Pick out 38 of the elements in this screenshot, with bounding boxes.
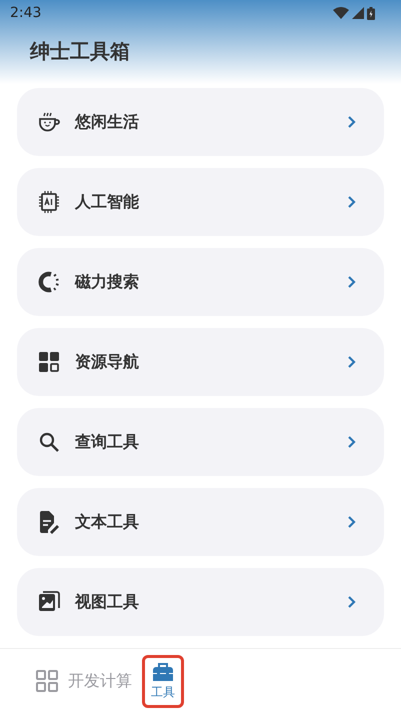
chevron-right-icon	[347, 595, 356, 609]
menu-item[interactable]: 文本工具	[17, 488, 384, 556]
chevron-right-icon	[347, 195, 356, 209]
menu-item[interactable]: 视图工具	[17, 568, 384, 636]
menu-label: 视图工具	[75, 592, 140, 612]
menu-item[interactable]: 悠闲生活	[17, 88, 384, 156]
menu-label: 资源导航	[75, 352, 140, 372]
status-time: 2:43	[10, 5, 42, 21]
document-edit-icon	[37, 510, 61, 534]
menu-item[interactable]: 资源导航	[17, 328, 384, 396]
chevron-right-icon	[347, 515, 356, 529]
cup-icon	[37, 110, 61, 134]
wifi-icon	[333, 7, 349, 19]
menu-item[interactable]: 人工智能	[17, 168, 384, 236]
menu-item[interactable]: 查询工具	[17, 408, 384, 476]
ai-chip-icon	[37, 190, 61, 214]
menu-label: 人工智能	[75, 192, 140, 212]
signal-icon	[352, 7, 364, 19]
loading-icon	[37, 270, 61, 294]
search-icon	[37, 430, 61, 454]
chevron-right-icon	[347, 275, 356, 289]
app-title: 绅士工具箱	[30, 38, 131, 65]
toolbox-icon	[151, 662, 175, 682]
menu-item[interactable]: 磁力搜索	[17, 248, 384, 316]
menu-label: 文本工具	[75, 512, 140, 532]
grid-icon	[37, 350, 61, 374]
chevron-right-icon	[347, 355, 356, 369]
menu-label: 查询工具	[75, 432, 140, 452]
battery-icon	[367, 6, 375, 20]
nav-label: 开发计算	[68, 670, 132, 692]
nav-tab[interactable]: 工具	[142, 654, 184, 708]
chevron-right-icon	[347, 435, 356, 449]
image-icon	[37, 590, 61, 614]
grid-icon	[36, 670, 58, 692]
menu-label: 磁力搜索	[75, 272, 140, 292]
chevron-right-icon	[347, 115, 356, 129]
menu-label: 悠闲生活	[75, 112, 140, 132]
nav-label: 工具	[151, 684, 175, 700]
